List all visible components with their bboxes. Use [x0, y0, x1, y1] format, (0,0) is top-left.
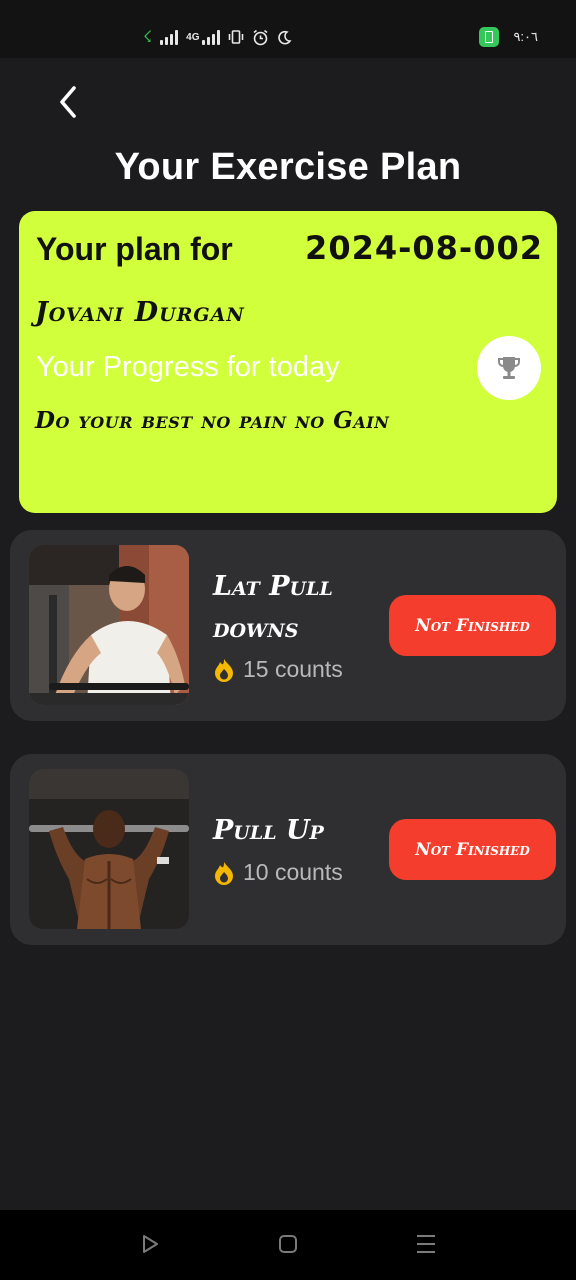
system-nav-bar	[0, 1210, 576, 1280]
plan-card: Your plan for 2024-08-002 Jovani Durgan …	[19, 211, 557, 513]
back-triangle-icon[interactable]	[138, 1232, 162, 1256]
trophy-icon	[498, 357, 520, 379]
progress-text: Your Progress for today	[36, 351, 340, 383]
status-bar: ☇ 4G ٩:٠٦	[0, 0, 576, 58]
plan-label: Your plan for	[36, 231, 233, 267]
exercise-image	[29, 769, 189, 929]
exercise-count-text: 10 counts	[243, 859, 343, 885]
vibrate-icon	[228, 30, 243, 44]
exercise-name: Pull Up	[213, 815, 324, 846]
page-title: Your Exercise Plan	[114, 146, 462, 188]
alarm-icon	[253, 29, 268, 45]
network-type-label: 4G	[186, 31, 200, 43]
user-name: Jovani Durgan	[35, 297, 245, 328]
battery-icon	[479, 27, 500, 47]
flame-icon	[215, 658, 233, 682]
trophy-button[interactable]	[477, 336, 541, 400]
exercise-count: 15 counts	[213, 656, 343, 683]
menu-lines-icon[interactable]	[414, 1232, 438, 1256]
motto-text: Do your best no pain no Gain	[35, 407, 390, 434]
status-right: ٩:٠٦	[479, 27, 538, 47]
exercise-name: Lat Pull downs	[213, 571, 333, 644]
moon-icon	[277, 30, 292, 44]
plan-code: 2024-08-002	[305, 229, 543, 267]
back-button[interactable]	[48, 80, 88, 124]
exercise-count: 10 counts	[213, 859, 343, 886]
status-icons: ☇ 4G	[143, 26, 292, 48]
not-finished-button[interactable]: Not Finished	[389, 819, 556, 880]
signal-icon	[160, 29, 179, 45]
status-time: ٩:٠٦	[513, 29, 538, 44]
exercise-card[interactable]: Lat Pull downs 15 counts Not Finished	[10, 530, 566, 721]
not-finished-button[interactable]: Not Finished	[389, 595, 556, 656]
home-square-icon[interactable]	[276, 1232, 300, 1256]
exercise-count-text: 15 counts	[243, 656, 343, 682]
signal-4g-icon	[201, 29, 220, 45]
charging-bolt-icon: ☇	[143, 29, 153, 46]
chevron-left-icon	[60, 86, 76, 118]
flame-icon	[215, 861, 233, 885]
exercise-card[interactable]: Pull Up 10 counts Not Finished	[10, 754, 566, 945]
exercise-image	[29, 545, 189, 705]
